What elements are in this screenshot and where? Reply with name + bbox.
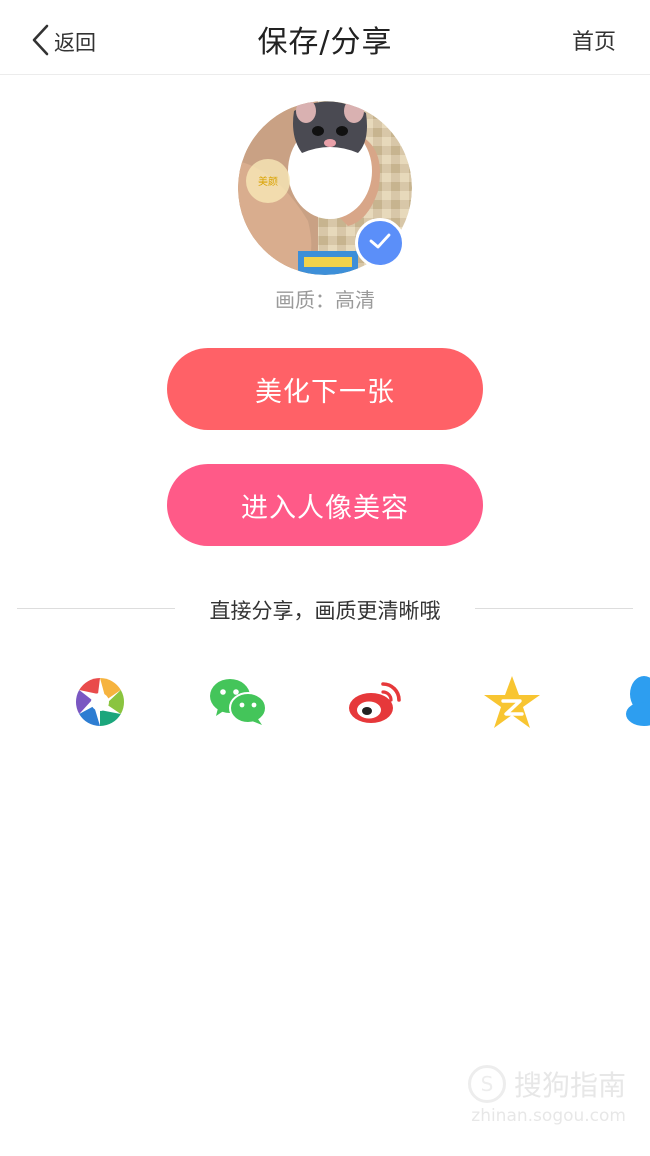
home-link[interactable]: 首页 [572, 24, 616, 56]
selected-check-badge [355, 218, 405, 268]
image-quality-label: 画质：高清 [275, 288, 375, 312]
watermark-url: zhinan.sogou.com [471, 1106, 626, 1126]
photo-stamp-text: 美颜 [258, 175, 278, 188]
qzone-star-icon [482, 674, 542, 730]
moments-icon [72, 674, 132, 730]
share-moments-button[interactable] [72, 674, 132, 730]
checkmark-icon [368, 232, 392, 254]
share-qzone-button[interactable] [482, 674, 542, 730]
divider-right [475, 608, 633, 609]
portrait-beauty-button[interactable]: 进入人像美容 [167, 464, 483, 546]
share-section-header: 直接分享，画质更清晰哦 [17, 592, 633, 626]
watermark: S 搜狗指南 zhinan.sogou.com [467, 1064, 626, 1126]
watermark-title: S 搜狗指南 [467, 1064, 626, 1104]
weibo-icon [345, 674, 405, 730]
beautify-next-button[interactable]: 美化下一张 [167, 348, 483, 430]
watermark-text: 搜狗指南 [513, 1069, 626, 1102]
sogou-logo-icon: S [467, 1065, 506, 1103]
top-nav-bar: 返回 保存/分享 首页 [0, 0, 650, 75]
share-wechat-button[interactable] [208, 674, 268, 730]
saved-photo-preview[interactable]: 美颜 [238, 101, 412, 275]
page-title: 保存/分享 [257, 25, 393, 60]
share-weibo-button[interactable] [345, 674, 405, 730]
share-heading: 直接分享，画质更清晰哦 [209, 599, 441, 623]
qq-penguin-icon [624, 674, 650, 730]
share-qq-button[interactable] [624, 674, 650, 730]
wechat-icon [208, 674, 268, 730]
save-share-page: 返回 保存/分享 首页 美颜 画质：高清 美化下一张 进入人像美容 直接分享，画… [0, 0, 650, 1156]
